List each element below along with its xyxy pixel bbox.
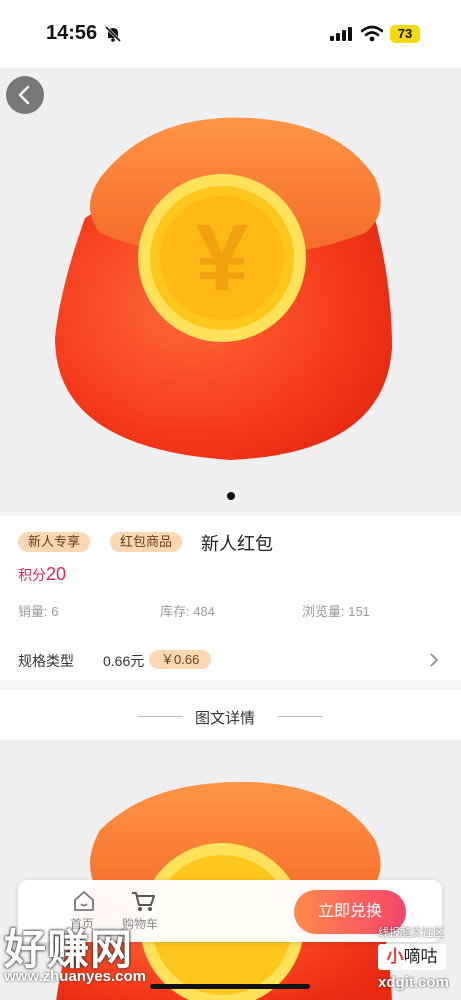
home-indicator [150,984,310,989]
bell-slash-icon [104,25,122,43]
yuan-symbol: ¥ [196,205,249,311]
watermark-xdg-url: xdgit.com [378,974,449,991]
product-image[interactable]: ¥ [0,68,461,512]
battery-indicator: 73 [390,25,420,43]
home-icon[interactable] [72,890,96,912]
watermark-xdg-logo: 小嘀咕 [378,944,446,970]
wifi-icon [361,25,383,42]
cart-icon[interactable] [130,890,156,912]
status-bar: 14:56 73 [0,0,461,68]
sales-count: 销量: 6 [18,604,59,619]
carousel-indicator [227,492,235,500]
spec-label: 规格类型 [18,653,74,669]
view-count: 浏览量: 151 [302,604,370,619]
points-label: 积分 [18,567,46,583]
spec-value[interactable]: 0.66元 [103,651,144,671]
product-title: 新人红包 [201,534,273,554]
divider-right [278,716,323,717]
stock-count: 库存: 484 [160,604,215,619]
watermark-community: 线报酷文社区 [378,927,444,939]
status-time: 14:56 [46,22,98,44]
chevron-right-icon[interactable] [428,652,440,668]
detail-title: 图文详情 [195,710,256,727]
red-envelope-illustration: ¥ [55,117,392,460]
spec-price-badge: ￥0.66 [149,650,212,669]
watermark-xdg-prefix: 小 [386,947,404,966]
back-arrow-icon [18,85,30,105]
tag-red-packet: 红包商品 [110,532,183,552]
points-value: 20 [46,564,67,584]
watermark-url: www.zhuanyes.com [4,968,146,985]
points-price: 积分20 [18,564,66,585]
divider-left [138,716,183,717]
back-button[interactable] [6,76,44,114]
signal-icon [330,27,352,41]
watermark-xdg-rest: 嘀咕 [403,947,438,966]
tag-new-user: 新人专享 [18,532,91,552]
